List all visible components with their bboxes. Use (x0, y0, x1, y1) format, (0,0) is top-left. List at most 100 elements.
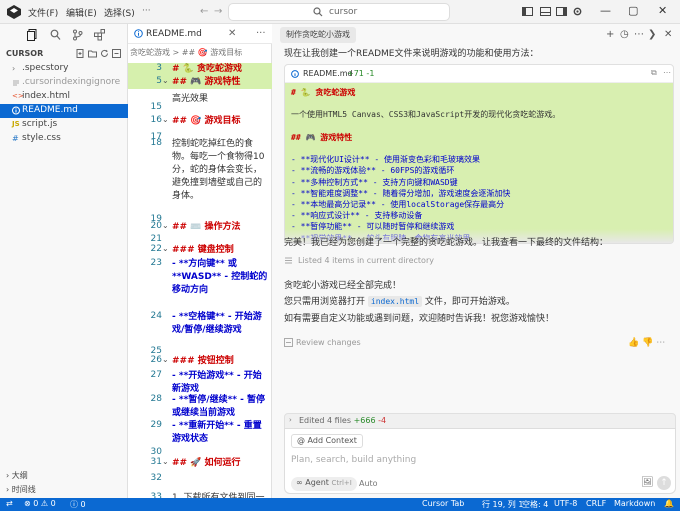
timeline-section[interactable]: › 时间线 (6, 484, 36, 495)
line-number: 24 (150, 311, 162, 321)
code-line[interactable]: 5 ⌄ ## 🎮 游戏特性 (128, 76, 272, 89)
file-name: README.md (22, 105, 78, 115)
maximize-button[interactable]: ▢ (628, 4, 638, 17)
file-item-index-html[interactable]: <> index.html (0, 90, 128, 104)
close-icon[interactable]: ✕ (228, 28, 236, 39)
chat-message-complete: 贪吃蛇小游戏已经全部完成！ (284, 281, 402, 291)
diff-line: - **现代化UI设计** - 使用渐变色彩和毛玻璃效果 (291, 155, 480, 165)
menu-more-icon[interactable]: ··· (142, 6, 151, 16)
chat-message-instructions: 您只需用浏览器打开 index.html 文件，即可开始游戏。 (284, 294, 515, 307)
remote-icon[interactable]: ⇄ (6, 499, 13, 508)
outline-section[interactable]: › 大纲 (6, 470, 28, 481)
toggle-secondary-sidebar-icon[interactable] (556, 6, 567, 17)
diff-header: README.md +71 -1 ⧉ ⋯ (285, 65, 673, 83)
model-auto-dropdown[interactable]: Auto (359, 479, 378, 488)
forward-arrow-icon[interactable]: → (214, 6, 222, 17)
chat-message-intro: 现在让我创建一个README文件来说明游戏的功能和使用方法： (284, 49, 539, 59)
alerts-indicator[interactable]: ⓘ 0 (70, 499, 86, 510)
fold-chevron-icon[interactable]: ⌄ (162, 355, 169, 364)
js-file-icon: JS (12, 120, 20, 128)
send-button[interactable]: ↑ (657, 476, 671, 490)
source-control-icon[interactable] (72, 29, 83, 41)
tab-readme[interactable]: README.md ✕ ··· (128, 24, 272, 44)
collapse-icon[interactable]: ❯ (648, 29, 658, 40)
diff-line: ## 🎮 游戏特性 (291, 132, 353, 142)
code-text: ## ⌨️ 操作方法 (172, 222, 241, 232)
file-item-cursorindexingignore[interactable]: .cursorindexingignore (0, 76, 128, 90)
cursor-position[interactable]: 行 19, 列 1 (482, 499, 523, 510)
code-text: ## 🚀 如何运行 (172, 458, 241, 468)
breadcrumb[interactable]: 贪吃蛇游戏 > ## 🎯 游戏目标 (130, 47, 270, 58)
code-text: - **方向键** 或 **WASD** - 控制蛇的移动方向 (172, 259, 268, 295)
minimize-button[interactable]: — (600, 4, 611, 17)
command-search-box[interactable]: cursor (228, 3, 450, 21)
language-mode[interactable]: Markdown (614, 499, 655, 508)
more-icon[interactable]: ⋯ (634, 29, 644, 40)
new-file-icon[interactable] (76, 49, 85, 58)
line-number: 31 (150, 457, 162, 467)
more-icon[interactable]: ⋯ (656, 338, 665, 348)
line-number: 29 (150, 420, 162, 430)
fold-chevron-icon[interactable]: ⌄ (162, 221, 169, 230)
code-text: - **空格键** - 开始游戏/暂停/继续游戏 (172, 312, 262, 335)
diff-card[interactable]: README.md +71 -1 ⧉ ⋯ # 🐍 贪吃蛇游戏 一个使用HTML5 … (284, 64, 674, 244)
inline-code[interactable]: index.html (367, 296, 423, 307)
more-icon[interactable]: ··· (256, 28, 266, 39)
extensions-icon[interactable] (94, 29, 105, 41)
agent-mode-dropdown[interactable]: ∞ Agent Ctrl+I (291, 477, 357, 491)
explorer-header: CURSOR (6, 49, 44, 58)
thumbs-up-icon[interactable]: 👍 (628, 338, 639, 348)
indentation[interactable]: 空格: 4 (522, 499, 548, 510)
edited-files-bar[interactable]: › Edited 4 files +666 -4 (284, 413, 676, 429)
close-icon[interactable]: ✕ (664, 29, 674, 40)
new-chat-plus-icon[interactable]: + (606, 29, 616, 40)
file-item-script-js[interactable]: JS script.js (0, 118, 128, 132)
menu-file[interactable]: 文件(F) (28, 6, 58, 19)
diff-line: 一个使用HTML5 Canvas、CSS3和JavaScript开发的现代化贪吃… (291, 110, 561, 120)
thumbs-down-icon[interactable]: 👎 (642, 338, 653, 348)
file-name: .cursorindexingignore (22, 77, 121, 87)
fold-chevron-icon[interactable]: ⌄ (162, 76, 169, 85)
cursor-tab-status[interactable]: Cursor Tab (422, 499, 464, 508)
search-icon[interactable] (50, 29, 61, 41)
code-text: - **开始游戏** - 开始新游戏 (172, 371, 262, 394)
toggle-panel-icon[interactable] (540, 6, 551, 17)
fold-chevron-icon[interactable]: ⌄ (162, 244, 169, 253)
message-actions: 👍 👎 ⋯ (628, 338, 665, 348)
menu-edit[interactable]: 编辑(E) (66, 6, 97, 19)
css-file-icon: # (12, 134, 19, 143)
add-context-button[interactable]: @ Add Context (291, 434, 363, 448)
toggle-sidebar-icon[interactable] (522, 6, 533, 17)
info-file-icon (134, 29, 143, 38)
more-icon[interactable]: ⋯ (663, 68, 671, 77)
files-icon[interactable] (27, 29, 38, 41)
file-item-style-css[interactable]: # style.css (0, 132, 128, 146)
edited-files-summary: Edited 4 files +666 -4 (299, 416, 387, 425)
new-folder-icon[interactable] (88, 49, 97, 58)
file-item-specstory[interactable]: › .specstory (0, 62, 128, 76)
history-icon[interactable]: ◷ (620, 29, 630, 40)
fold-chevron-icon[interactable]: ⌄ (162, 457, 169, 466)
settings-gear-icon[interactable] (572, 6, 583, 17)
image-icon[interactable]: 🖼 (641, 477, 654, 488)
back-arrow-icon[interactable]: ← (200, 6, 208, 17)
line-number: 27 (150, 370, 162, 380)
line-ending[interactable]: CRLF (586, 499, 606, 508)
fold-chevron-icon[interactable]: ⌄ (162, 115, 169, 124)
notifications-bell-icon[interactable]: 🔔 (664, 499, 674, 508)
encoding[interactable]: UTF-8 (554, 499, 577, 508)
file-item-readme[interactable]: README.md (0, 104, 128, 118)
refresh-icon[interactable] (100, 49, 109, 58)
copy-icon[interactable]: ⧉ (651, 68, 657, 78)
code-text: ## 🎯 游戏目标 (172, 116, 241, 126)
composer-input[interactable]: Plan, search, build anything (291, 455, 416, 465)
chat-tab[interactable]: 制作贪吃蛇小游戏 (280, 27, 356, 43)
errors-indicator[interactable]: ⊗ 0 ⚠ 0 (24, 499, 56, 508)
line-number: 30 (150, 447, 162, 457)
code-line[interactable]: 3 # 🐍 贪吃蛇游戏 (128, 63, 272, 76)
chevron-right-icon: › (289, 416, 292, 424)
close-window-button[interactable]: ✕ (658, 4, 667, 17)
collapse-all-icon[interactable] (112, 49, 121, 58)
outline-label: 大纲 (11, 471, 28, 480)
menu-selection[interactable]: 选择(S) (104, 6, 135, 19)
